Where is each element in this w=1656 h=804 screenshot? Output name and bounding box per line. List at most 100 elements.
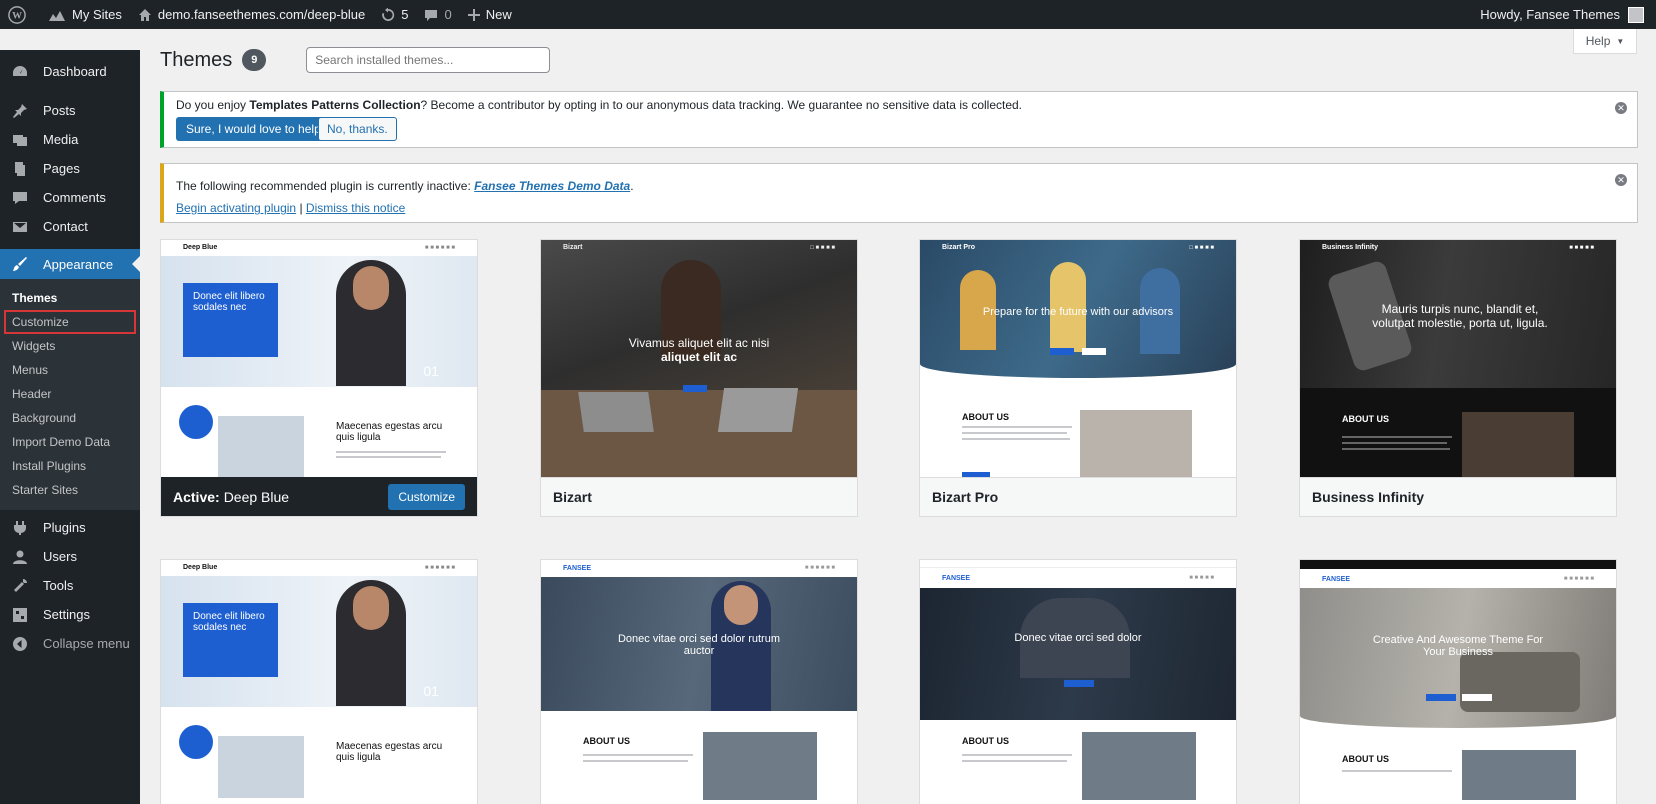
menu-dashboard[interactable]: Dashboard	[0, 57, 140, 86]
preview-headline: Donec elit libero sodales nec	[193, 611, 265, 633]
theme-screenshot: FANSEE ■ ■ ■ ■ ■ ■ Donec vitae orci sed d…	[541, 560, 857, 804]
preview-about-heading: ABOUT US	[962, 412, 1009, 422]
dismiss-notice-link[interactable]: Dismiss this notice	[306, 201, 405, 215]
submenu-header[interactable]: Header	[0, 382, 140, 406]
comments-menu[interactable]: 0	[416, 0, 459, 29]
theme-name-bar: Bizart	[541, 477, 857, 516]
preview-subheading: Maecenas egestas arcu quis ligula	[336, 421, 443, 443]
theme-card[interactable]: FANSEE ■ ■ ■ ■ ■ Donec vitae orci sed dol…	[919, 559, 1237, 804]
admin-bar: W My Sites demo.fanseethemes.com/deep-bl…	[0, 0, 1656, 29]
menu-comments[interactable]: Comments	[0, 183, 140, 212]
preview-nav: FANSEE ■ ■ ■ ■ ■	[942, 574, 1214, 582]
theme-screenshot: Business Infinity ■ ■ ■ ■ ■ Mauris turpis…	[1300, 240, 1616, 478]
wordpress-logo-icon[interactable]: W	[0, 0, 40, 29]
theme-name: Bizart Pro	[932, 489, 999, 505]
my-account-menu[interactable]: Howdy, Fansee Themes	[1480, 6, 1656, 23]
preview-about-heading: ABOUT US	[1342, 754, 1389, 764]
site-name-menu[interactable]: demo.fanseethemes.com/deep-blue	[130, 0, 373, 29]
active-label: Active:	[173, 488, 220, 505]
search-input[interactable]	[306, 47, 551, 73]
preview-hero: Business Infinity ■ ■ ■ ■ ■ Mauris turpis…	[1300, 240, 1616, 388]
settings-icon	[10, 605, 30, 625]
new-content-menu[interactable]: New	[460, 0, 520, 29]
preview-nav: FANSEE ■ ■ ■ ■ ■ ■	[1322, 575, 1594, 583]
tracking-notice: Do you enjoy Templates Patterns Collecti…	[160, 91, 1638, 148]
plugin-link[interactable]: Fansee Themes Demo Data	[474, 179, 630, 193]
menu-label: Users	[43, 549, 77, 564]
home-icon	[138, 8, 151, 21]
meeting-image	[703, 732, 817, 800]
preview-about-heading: ABOUT US	[583, 736, 630, 746]
submenu-menus[interactable]: Menus	[0, 358, 140, 382]
tracking-notice-text: Do you enjoy Templates Patterns Collecti…	[176, 98, 1023, 112]
theme-card[interactable]: Deep Blue ■ ■ ■ ■ ■ ■ Donec elit libero s…	[160, 559, 478, 804]
mail-icon	[10, 217, 30, 237]
submenu-import-demo-data[interactable]: Import Demo Data	[0, 430, 140, 454]
menu-appearance[interactable]: Appearance	[0, 249, 140, 279]
my-sites-menu[interactable]: My Sites	[40, 0, 130, 29]
tools-icon	[10, 576, 30, 596]
dashboard-icon	[10, 62, 30, 82]
submenu-starter-sites[interactable]: Starter Sites	[0, 478, 140, 502]
updates-menu[interactable]: 5	[373, 0, 416, 29]
menu-label: Plugins	[43, 520, 86, 535]
preview-cta	[683, 385, 707, 392]
close-icon[interactable]: ✕	[1615, 174, 1627, 186]
menu-label: Posts	[43, 103, 76, 118]
submenu-install-plugins[interactable]: Install Plugins	[0, 454, 140, 478]
submenu-widgets[interactable]: Widgets	[0, 334, 140, 358]
theme-card[interactable]: FANSEE ■ ■ ■ ■ ■ ■ Creative And Awesome T…	[1299, 559, 1617, 804]
theme-screenshot: FANSEE ■ ■ ■ ■ ■ Donec vitae orci sed dol…	[920, 560, 1236, 804]
preview-about-heading: ABOUT US	[962, 736, 1009, 746]
comments-count: 0	[444, 7, 452, 22]
menu-posts[interactable]: Posts	[0, 96, 140, 125]
preview-nav: Deep Blue ■ ■ ■ ■ ■ ■	[183, 244, 455, 251]
meeting-image	[1082, 732, 1196, 800]
theme-card-business-infinity[interactable]: Business Infinity ■ ■ ■ ■ ■ Mauris turpis…	[1299, 239, 1617, 517]
admin-sidebar: Dashboard Posts Media Pages Comments Con…	[0, 50, 140, 804]
customize-button[interactable]: Customize	[388, 484, 465, 510]
theme-screenshot: FANSEE ■ ■ ■ ■ ■ ■ Creative And Awesome T…	[1300, 560, 1616, 804]
help-tab-button[interactable]: Help ▼	[1573, 29, 1637, 54]
menu-tools[interactable]: Tools	[0, 571, 140, 600]
preview-hero: Creative And Awesome Theme For Your Busi…	[1300, 588, 1616, 728]
menu-media[interactable]: Media	[0, 125, 140, 154]
menu-settings[interactable]: Settings	[0, 600, 140, 629]
menu-label: Appearance	[43, 256, 114, 272]
submenu-themes[interactable]: Themes	[0, 286, 140, 310]
page-header: Themes 9	[160, 47, 551, 73]
opt-out-button[interactable]: No, thanks.	[318, 117, 397, 141]
theme-card[interactable]: FANSEE ■ ■ ■ ■ ■ ■ Donec vitae orci sed d…	[540, 559, 858, 804]
updates-count: 5	[401, 7, 409, 22]
opt-in-button[interactable]: Sure, I would love to help.	[176, 117, 335, 141]
theme-card-bizart[interactable]: Bizart □ ■ ■ ■ ■ Vivamus aliquet elit ac …	[540, 239, 858, 517]
close-icon[interactable]: ✕	[1615, 102, 1627, 114]
menu-contact[interactable]: Contact	[0, 212, 140, 241]
submenu-background[interactable]: Background	[0, 406, 140, 430]
theme-card-bizart-pro[interactable]: Bizart Pro □ ■ ■ ■ ■ Prepare for the futu…	[919, 239, 1237, 517]
theme-screenshot: Deep Blue ■ ■ ■ ■ ■ ■ Donec elit libero s…	[161, 560, 477, 804]
plus-icon	[467, 8, 480, 21]
avatar	[1628, 6, 1644, 23]
preview-hero: Donec vitae orci sed dolor	[920, 588, 1236, 720]
menu-plugins[interactable]: Plugins	[0, 513, 140, 542]
svg-text:W: W	[12, 10, 22, 21]
theme-card-deep-blue[interactable]: Deep Blue ■ ■ ■ ■ ■ ■ Donec elit libero s…	[160, 239, 478, 517]
submenu-customize[interactable]: Customize	[4, 310, 136, 334]
preview-hero: Donec elit libero sodales nec 01	[161, 256, 477, 387]
updates-icon	[382, 7, 395, 21]
users-icon	[10, 547, 30, 567]
theme-screenshot: Deep Blue ■ ■ ■ ■ ■ ■ Donec elit libero s…	[161, 240, 477, 478]
collapse-menu-button[interactable]: Collapse menu	[0, 629, 140, 658]
preview-headline: Vivamus aliquet elit ac nisi aliquet elit…	[628, 336, 770, 364]
menu-pages[interactable]: Pages	[0, 154, 140, 183]
menu-label: Settings	[43, 607, 90, 622]
plugin-notice-actions: Begin activating plugin | Dismiss this n…	[176, 201, 406, 215]
decor-circle	[179, 405, 213, 439]
menu-users[interactable]: Users	[0, 542, 140, 571]
collapse-arrow-icon	[10, 634, 30, 654]
menu-label: Pages	[43, 161, 80, 176]
menu-label: Comments	[43, 190, 106, 205]
menu-label: Dashboard	[43, 64, 107, 79]
activate-plugin-link[interactable]: Begin activating plugin	[176, 201, 296, 215]
